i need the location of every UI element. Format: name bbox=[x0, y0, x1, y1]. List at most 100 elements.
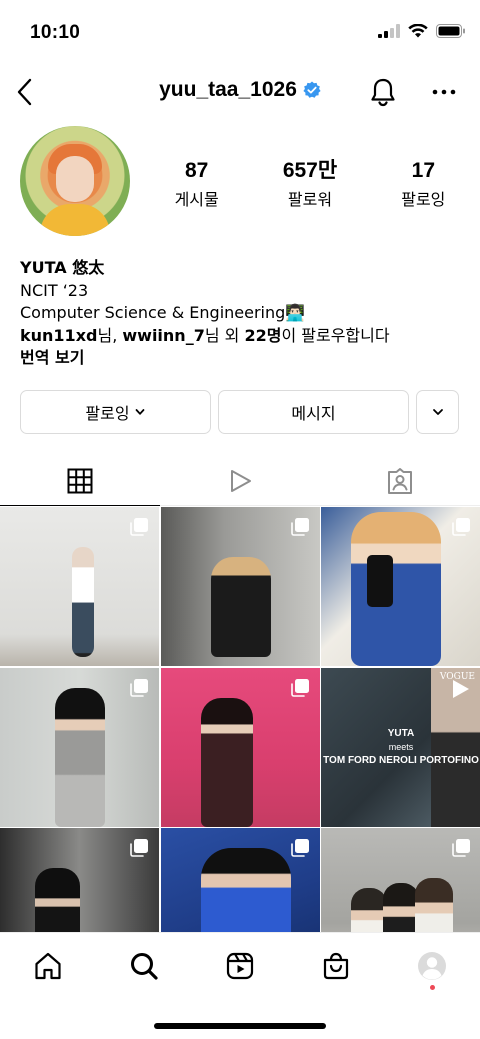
grid-post[interactable] bbox=[321, 828, 480, 932]
more-icon bbox=[432, 89, 456, 95]
verified-icon bbox=[303, 81, 321, 98]
nav-reels[interactable] bbox=[192, 933, 288, 998]
stat-followers[interactable]: 657만 팔로워 bbox=[253, 160, 366, 210]
multiple-images-icon bbox=[290, 678, 309, 697]
following-button[interactable]: 팔로잉 bbox=[20, 390, 211, 434]
chevron-down-icon bbox=[135, 409, 144, 415]
message-button-label: 메시지 bbox=[291, 404, 336, 423]
username: yuu_taa_1026 bbox=[159, 78, 297, 101]
post-figure bbox=[415, 878, 453, 932]
bio-line-2: Computer Science & Engineering👨🏻‍💻 bbox=[20, 302, 460, 325]
following-button-label: 팔로잉 bbox=[85, 404, 130, 423]
nav-home[interactable] bbox=[0, 933, 96, 998]
bottom-navigation bbox=[0, 932, 480, 998]
home-indicator[interactable] bbox=[154, 1023, 326, 1029]
stat-posts-value: 87 bbox=[184, 159, 209, 182]
post-phone bbox=[367, 555, 393, 607]
grid-post[interactable] bbox=[0, 828, 159, 932]
stat-following-value: 17 bbox=[411, 159, 435, 182]
stat-followers-label: 팔로워 bbox=[287, 190, 333, 209]
post-figure bbox=[55, 687, 105, 827]
profile-bio: YUTA 悠太 NCIT ‘23 Computer Science & Engi… bbox=[20, 257, 460, 370]
followed-by-count: 22명 bbox=[244, 325, 282, 345]
reel-text-bottom: TOM FORD NEROLI PORTOFINO bbox=[323, 754, 479, 766]
profile-stats: 87 게시물 657만 팔로워 17 팔로잉 bbox=[140, 160, 480, 210]
multiple-images-icon bbox=[290, 518, 309, 536]
posts-grid: VOGUE YUTA meets TOM FORD NEROLI PORTOFI… bbox=[0, 507, 480, 932]
multiple-images-icon bbox=[130, 518, 148, 536]
followed-by-user-2[interactable]: wwiinn_7 bbox=[122, 326, 204, 345]
search-icon bbox=[131, 952, 158, 980]
reel-play-icon bbox=[453, 679, 469, 698]
chevron-down-icon bbox=[432, 409, 443, 415]
grid-post-reel[interactable]: VOGUE YUTA meets TOM FORD NEROLI PORTOFI… bbox=[321, 667, 480, 827]
bio-line-1: NCIT ‘23 bbox=[20, 280, 89, 300]
reels-nav-icon bbox=[226, 952, 254, 979]
nav-shop[interactable] bbox=[288, 933, 384, 998]
followed-by-tail: 이 팔로우합니다 bbox=[281, 325, 390, 345]
post-figure bbox=[200, 697, 253, 827]
grid-icon bbox=[67, 468, 93, 493]
multiple-images-icon bbox=[130, 678, 148, 697]
status-time: 10:10 bbox=[30, 22, 81, 43]
post-figure bbox=[210, 557, 271, 657]
profile-tabs bbox=[0, 456, 480, 506]
grid-post[interactable] bbox=[321, 507, 480, 666]
profile-header: yuu_taa_1026 bbox=[0, 66, 480, 118]
bio-emoji: 👨🏻‍💻 bbox=[285, 303, 306, 322]
stat-posts-label: 게시물 bbox=[174, 190, 219, 209]
suggested-accounts-button[interactable] bbox=[416, 390, 459, 434]
message-button[interactable]: 메시지 bbox=[218, 390, 409, 434]
multiple-images-icon bbox=[290, 839, 309, 857]
status-icons bbox=[378, 24, 466, 38]
multiple-images-icon bbox=[452, 839, 470, 857]
signal-icon bbox=[378, 24, 400, 38]
shop-icon bbox=[323, 952, 349, 979]
post-figure bbox=[351, 888, 387, 932]
notification-dot bbox=[429, 985, 435, 990]
bio-line-2-text: Computer Science & Engineering bbox=[20, 303, 286, 322]
profile-icon bbox=[418, 951, 446, 980]
tab-tagged[interactable] bbox=[320, 456, 480, 505]
post-figure bbox=[35, 868, 80, 932]
profile-name: YUTA 悠太 bbox=[20, 258, 105, 277]
bell-icon bbox=[371, 78, 395, 107]
post-figure bbox=[351, 512, 441, 666]
nav-profile[interactable] bbox=[384, 933, 480, 998]
home-icon bbox=[35, 952, 61, 979]
notifications-button[interactable] bbox=[368, 76, 398, 108]
stat-following[interactable]: 17 팔로잉 bbox=[367, 160, 480, 210]
wifi-icon bbox=[408, 24, 428, 38]
followed-by-sep-1: 님, bbox=[97, 325, 123, 345]
tab-posts-grid[interactable] bbox=[0, 456, 160, 506]
followed-by[interactable]: kun11xd님, wwiinn_7님 외 22명이 팔로우합니다 bbox=[20, 325, 460, 348]
reel-text-top: YUTA bbox=[387, 727, 415, 739]
grid-post[interactable] bbox=[160, 828, 320, 932]
followed-by-sep-2: 님 외 bbox=[204, 325, 245, 345]
followed-by-user-1[interactable]: kun11xd bbox=[20, 326, 97, 345]
tagged-icon bbox=[388, 467, 412, 494]
stat-posts[interactable]: 87 게시물 bbox=[140, 160, 253, 210]
grid-post[interactable] bbox=[0, 507, 159, 666]
grid-post[interactable] bbox=[160, 507, 320, 666]
status-bar: 10:10 bbox=[0, 0, 480, 66]
reels-icon bbox=[231, 469, 251, 492]
stat-following-label: 팔로잉 bbox=[401, 190, 446, 209]
post-figure bbox=[200, 848, 291, 932]
profile-avatar[interactable] bbox=[20, 126, 130, 236]
username-row: yuu_taa_1026 bbox=[0, 78, 480, 102]
translate-link[interactable]: 번역 보기 bbox=[20, 347, 460, 370]
grid-post[interactable] bbox=[160, 667, 320, 827]
battery-icon bbox=[436, 24, 465, 38]
reel-text-mid: meets bbox=[388, 741, 414, 752]
post-figure bbox=[72, 547, 94, 657]
stat-followers-value: 657만 bbox=[282, 159, 338, 182]
avatar-shirt bbox=[40, 204, 110, 236]
nav-search[interactable] bbox=[96, 933, 192, 998]
multiple-images-icon bbox=[130, 839, 148, 857]
more-options-button[interactable] bbox=[430, 78, 458, 106]
multiple-images-icon bbox=[452, 518, 470, 536]
tab-reels[interactable] bbox=[160, 456, 320, 505]
grid-post[interactable] bbox=[0, 667, 159, 827]
post-figure bbox=[383, 883, 419, 932]
